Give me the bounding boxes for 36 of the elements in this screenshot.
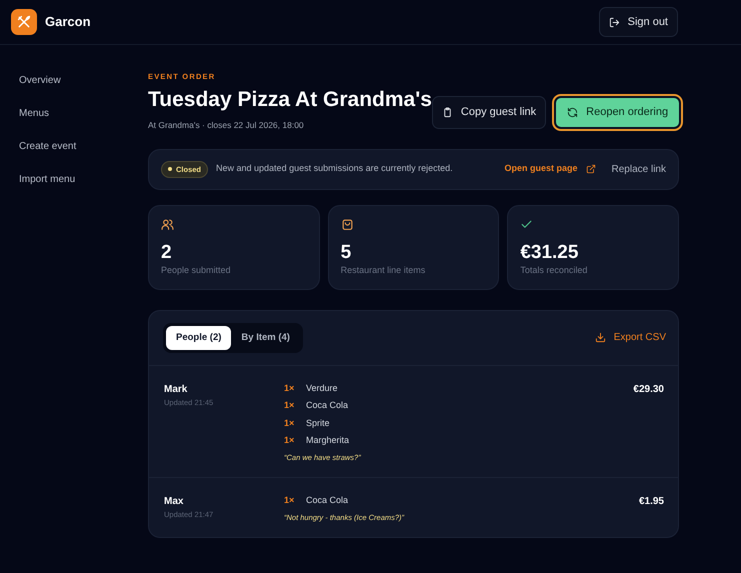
tab[interactable]: By Item (4) — [231, 326, 300, 350]
sign-out-button[interactable]: Sign out — [598, 6, 678, 38]
sidebar-item[interactable]: Import menu — [19, 172, 148, 187]
quantity: 1× — [284, 399, 296, 412]
brand-name: Garcon — [45, 13, 91, 32]
quantity: 1× — [284, 434, 296, 448]
item-name: Verdure — [306, 382, 338, 395]
order-total: €1.95 — [638, 495, 664, 510]
sidebar-item[interactable]: Menus — [19, 106, 148, 121]
reopen-button[interactable]: Reopen ordering — [554, 96, 682, 128]
quantity: 1× — [284, 416, 296, 430]
stat-value: 5 — [340, 243, 352, 264]
status-message: New and updated guest submissions are currently rejected. — [216, 162, 453, 176]
quantity: 1× — [284, 382, 296, 395]
tab[interactable]: People (2) — [166, 326, 232, 350]
item-name: Coca Cola — [306, 494, 348, 508]
event-title: Tuesday Pizza At Grandma's — [148, 87, 432, 114]
order-total: €29.30 — [633, 382, 664, 397]
export-csv-link[interactable]: Export CSV — [594, 330, 666, 346]
person-name: Max — [164, 495, 184, 510]
guest-page-link[interactable]: Open guest page — [504, 162, 596, 176]
person-name: Mark — [164, 382, 188, 397]
stat-label: Totals reconciled — [520, 264, 588, 278]
replace-link[interactable]: Replace link — [612, 162, 666, 177]
sidebar-item[interactable]: Create event — [19, 139, 148, 154]
stat-label: People submitted — [161, 264, 232, 278]
copy-link-button[interactable]: Copy guest link — [432, 96, 546, 128]
sidebar-item[interactable]: Overview — [19, 73, 148, 88]
stat-value: 2 — [161, 243, 173, 264]
quantity: 1× — [284, 494, 296, 508]
item-name: Coca Cola — [306, 399, 348, 412]
stat-label: Restaurant line items — [340, 264, 426, 278]
event-subtitle: At Grandma's · closes 22 Jul 2026, 18:00 — [148, 118, 305, 132]
item-name: Margherita — [306, 434, 350, 448]
stat-value: €31.25 — [520, 243, 580, 264]
item-name: Sprite — [306, 416, 330, 430]
